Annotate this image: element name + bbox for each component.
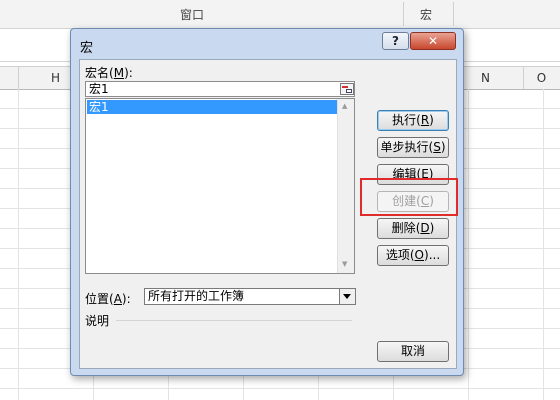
location-value: 所有打开的工作簿 — [148, 289, 245, 303]
collapse-dialog-icon[interactable] — [340, 83, 354, 95]
scroll-down-icon[interactable]: ▼ — [342, 260, 347, 268]
run-button[interactable]: 执行(R) — [377, 110, 449, 131]
step-into-button[interactable]: 单步执行(S) — [377, 137, 449, 158]
column-header-o[interactable]: O — [523, 67, 560, 89]
delete-button[interactable]: 删除(D) — [377, 218, 449, 239]
column-header-partial[interactable] — [0, 67, 19, 89]
ribbon-separator — [403, 2, 404, 26]
delete-highlight-box — [360, 178, 458, 216]
dialog-titlebar[interactable]: 宏 ? ✕ — [71, 29, 463, 59]
macro-list[interactable]: 宏1 ▲ ▼ — [85, 98, 355, 274]
options-button[interactable]: 选项(O)... — [377, 245, 449, 266]
location-label: 位置(A): — [85, 292, 131, 306]
description-label: 说明 — [85, 314, 110, 328]
macro-name-label: 宏名(M): — [85, 66, 133, 80]
location-dropdown[interactable]: 所有打开的工作簿 — [144, 288, 356, 305]
dialog-title: 宏 — [80, 41, 94, 56]
description-divider — [116, 320, 352, 321]
excel-ribbon: 窗口 宏 — [0, 0, 560, 29]
dropdown-arrow-icon[interactable] — [339, 289, 355, 304]
macro-list-item[interactable]: 宏1 — [87, 100, 337, 114]
list-scrollbar[interactable]: ▲ ▼ — [337, 99, 354, 273]
ribbon-group-macro[interactable]: 宏 — [420, 6, 432, 23]
ribbon-group-window[interactable]: 窗口 — [180, 6, 204, 23]
close-button[interactable]: ✕ — [410, 32, 456, 50]
scroll-up-icon[interactable]: ▲ — [342, 102, 347, 110]
macro-name-input[interactable]: 宏1 — [85, 81, 355, 97]
macro-name-value: 宏1 — [89, 82, 109, 96]
help-button[interactable]: ? — [382, 32, 409, 50]
cancel-button[interactable]: 取消 — [377, 341, 449, 362]
ribbon-separator — [453, 2, 454, 26]
